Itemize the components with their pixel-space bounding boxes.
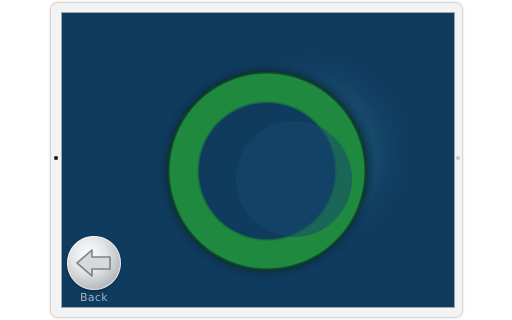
tablet-frame: Back: [50, 2, 463, 318]
app-screen: Back: [61, 12, 455, 308]
ring-center-shade: [236, 121, 352, 237]
home-button[interactable]: [456, 156, 460, 160]
back-button[interactable]: [67, 236, 121, 290]
back-arrow-icon: [76, 249, 111, 277]
camera-dot: [54, 156, 58, 160]
back-label[interactable]: Back: [72, 291, 116, 304]
